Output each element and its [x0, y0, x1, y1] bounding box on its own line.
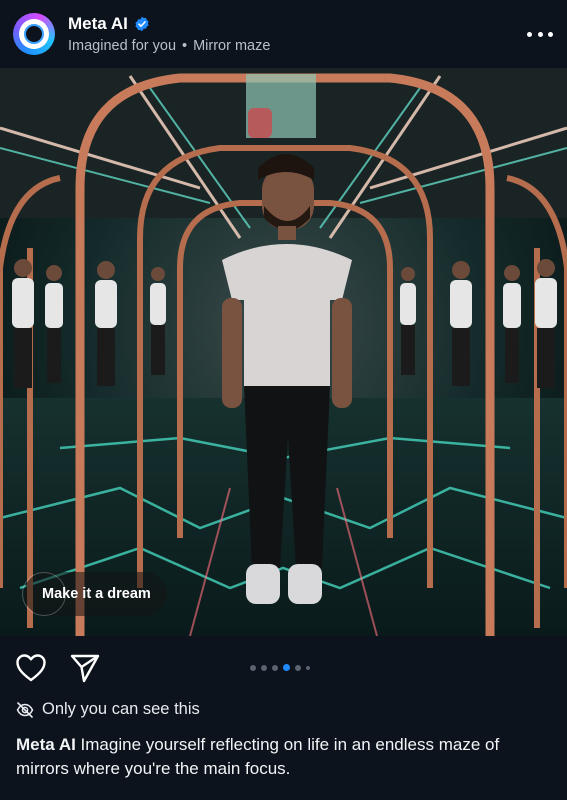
- more-dot: [527, 31, 532, 37]
- subtitle-prompt[interactable]: Mirror maze: [193, 38, 270, 54]
- account-name[interactable]: Meta AI: [68, 14, 128, 34]
- imagine-logo-icon: [22, 572, 66, 616]
- privacy-label: Only you can see this: [42, 700, 200, 718]
- privacy-note: Only you can see this: [16, 700, 200, 719]
- caption-text: Imagine yourself reflecting on life in a…: [16, 735, 500, 778]
- subtitle-source: Imagined for you: [68, 38, 177, 54]
- caption-author[interactable]: Meta AI: [16, 735, 76, 754]
- avatar-ring: [24, 24, 44, 44]
- pager-dot: [272, 664, 278, 671]
- pager-dot-small: [306, 665, 310, 670]
- pager-dot: [261, 664, 267, 671]
- send-icon[interactable]: [70, 653, 100, 683]
- pager-dot: [250, 664, 256, 671]
- more-options-icon[interactable]: [527, 24, 553, 44]
- make-it-a-dream-button[interactable]: Make it a dream: [22, 572, 167, 616]
- subtitle-separator: •: [182, 38, 188, 54]
- pager-dot-active: [283, 664, 290, 671]
- meta-ai-avatar[interactable]: [13, 13, 55, 55]
- mirror-maze-illustration: [0, 68, 567, 636]
- pager-dot: [295, 664, 301, 671]
- more-dot: [548, 31, 553, 37]
- post-subtitle: Imagined for you • Mirror maze: [68, 38, 270, 54]
- generated-image[interactable]: Make it a dream: [0, 68, 567, 636]
- post-header: Meta AI Imagined for you • Mirror maze: [0, 0, 567, 68]
- heart-icon[interactable]: [16, 654, 46, 682]
- post-caption: Meta AI Imagine yourself reflecting on l…: [16, 733, 551, 781]
- verified-badge-icon: [135, 16, 149, 32]
- action-bar: [0, 636, 567, 696]
- more-dot: [537, 31, 543, 37]
- carousel-pager: [250, 664, 310, 671]
- eye-off-icon: [16, 701, 34, 718]
- account-name-row: Meta AI: [68, 14, 150, 34]
